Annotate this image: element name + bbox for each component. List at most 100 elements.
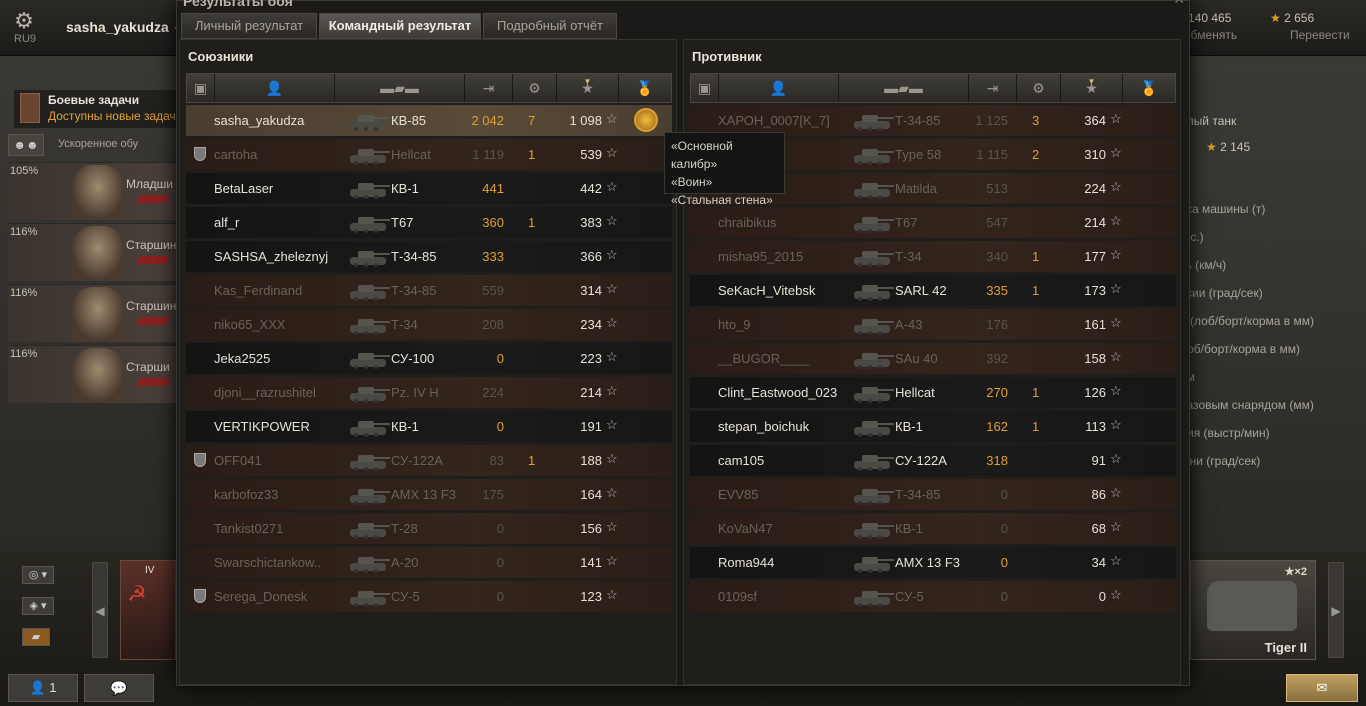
clan-column-icon[interactable]: ▣ [187,74,215,102]
tank-silhouette-icon [350,421,390,437]
clan-column-icon[interactable]: ▣ [691,74,719,102]
player-name: Swarschictankow.. [214,555,321,570]
table-row[interactable]: SeKacH_Vitebsk SARL 42 335 1 173 ☆ [690,275,1176,306]
tab-detailed[interactable]: Подробный отчёт [483,13,617,39]
table-row[interactable]: 0109sf СУ-5 0 0 ☆ [690,581,1176,612]
table-row[interactable]: stepan_boichuk КВ-1 162 1 113 ☆ [690,411,1176,442]
kills-value: 1 [1032,283,1040,298]
tank-silhouette-icon [350,489,390,505]
table-row[interactable]: Tankist0271 Т-28 0 156 ☆ [186,513,672,544]
table-row[interactable]: djoni__razrushitel Pz. IV H 224 214 ☆ [186,377,672,408]
table-row[interactable]: Swarschictankow.. A-20 0 141 ☆ [186,547,672,578]
medal-icon[interactable] [634,108,658,132]
xp-value: 214 [1084,215,1106,230]
damage-value: 83 [489,453,504,468]
tab-team[interactable]: Командный результат [319,13,481,39]
crew-button[interactable]: ☻☻ [8,134,44,156]
kills-value: 1 [528,453,536,468]
player-name: Roma944 [718,555,775,570]
damage-value: 0 [1000,487,1008,502]
table-row[interactable]: VERTIKPOWER КВ-1 0 191 ☆ [186,411,672,442]
table-row[interactable]: hto_9 А-43 176 161 ☆ [690,309,1176,340]
chat-channels-button[interactable]: 💬 [84,674,154,702]
table-row[interactable]: OFF041 СУ-122А 83 1 188 ☆ [186,445,672,476]
player-column-icon[interactable]: 👤 [719,74,839,102]
table-row[interactable]: cartoha Hellcat 1 119 1 539 ☆ [186,139,672,170]
crew-member[interactable]: 116% Старши [8,345,178,403]
quest-subtitle: Доступны новые задач [48,109,176,123]
tank-name: СУ-100 [391,351,435,366]
medal-column-icon[interactable]: 🏅 [619,74,671,102]
tank-type-filter-button[interactable]: ◈ ▾ [22,597,54,615]
table-row[interactable]: EVV85 Т-34-85 0 86 ☆ [690,479,1176,510]
table-row[interactable]: alf_r T67 360 1 383 ☆ [186,207,672,238]
table-row[interactable]: Jeka2525 СУ-100 0 223 ☆ [186,343,672,374]
table-row[interactable]: chraibikus T67 547 214 ☆ [690,207,1176,238]
player-name: alf_r [214,215,240,230]
window-title: Результаты боя [183,0,293,9]
table-row[interactable]: misha95_2015 Т-34 340 1 177 ☆ [690,241,1176,272]
player-column-icon[interactable]: 👤 [215,74,335,102]
tank-silhouette-icon [350,217,390,233]
quest-title: Боевые задачи [48,93,140,107]
tab-personal[interactable]: Личный результат [181,13,317,39]
carousel-left-arrow[interactable]: ◀ [92,562,108,658]
damage-value: 162 [986,419,1008,434]
table-row[interactable]: Kas_Ferdinand Т-34-85 559 314 ☆ [186,275,672,306]
damage-column-icon[interactable]: ⇥ [465,74,513,102]
table-row[interactable]: SASHSA_zheleznyj Т-34-85 333 366 ☆ [186,241,672,272]
damage-value: 559 [482,283,504,298]
table-row[interactable]: karbofoz33 AMX 13 F3 175 164 ☆ [186,479,672,510]
table-row[interactable]: Roma944 AMX 13 F3 0 34 ☆ [690,547,1176,578]
table-row[interactable]: Serega_Donesk СУ-5 0 123 ☆ [186,581,672,612]
table-row[interactable]: BetaLaser КВ-1 441 442 ☆ [186,173,672,204]
player-name: __BUGOR____ [718,351,810,366]
player-name: Kas_Ferdinand [214,283,303,298]
tank-card[interactable]: IV ☭ [120,560,176,660]
crew-member[interactable]: 116% Старшин [8,284,178,342]
notifications-button[interactable]: ✉ [1286,674,1358,702]
tank-name: КВ-1 [391,181,419,196]
carousel-right-arrow[interactable]: ▶ [1328,562,1344,658]
table-row[interactable]: __BUGOR____ SAu 40 392 158 ☆ [690,343,1176,374]
tank-card-tiger-ii[interactable]: ★×2 Tiger II [1190,560,1316,660]
table-row[interactable]: sasha_yakudza КВ-85 2 042 7 1 098 ☆ [186,105,672,136]
kills-column-icon[interactable]: ⚙ [513,74,557,102]
damage-value: 0 [496,555,504,570]
tank-silhouette-icon [350,353,390,369]
xp-column-icon[interactable]: ▼ ★ [557,74,619,102]
chat-icon: 💬 [110,680,128,696]
star-icon: ☆ [1110,485,1122,500]
xp-value: 126 [1084,385,1106,400]
username-menu[interactable]: sasha_yakudza▾ [66,19,180,35]
tank-column-icon[interactable]: ▬▰▬ [839,74,969,102]
tank-column-icon[interactable]: ▬▰▬ [335,74,465,102]
players-online-button[interactable]: 👤 1 [8,674,78,702]
globe-filter-button[interactable]: ◎ ▾ [22,566,54,584]
tank-silhouette-icon [350,387,390,403]
exchange-link[interactable]: обменять [1184,28,1237,42]
crew-member[interactable]: 105% Младши [8,162,178,220]
medal-column-icon[interactable]: 🏅 [1123,74,1175,102]
tank-silhouette-icon [350,115,390,131]
table-row[interactable]: cam105 СУ-122А 318 91 ☆ [690,445,1176,476]
table-row[interactable]: niko65_XXX Т-34 208 234 ☆ [186,309,672,340]
convert-xp-link[interactable]: Перевести [1290,28,1350,42]
quest-notice[interactable]: Боевые задачи Доступны новые задач [14,90,178,128]
tank-xp: ★ 2 145 [1206,140,1250,154]
tank-name: SAu 40 [895,351,938,366]
crew-member[interactable]: 116% Старшин [8,223,178,281]
premium-filter-icon[interactable]: ▰ [22,628,50,646]
table-row[interactable]: KoVaN47 КВ-1 0 68 ☆ [690,513,1176,544]
close-icon[interactable]: ✕ [1173,0,1185,8]
kills-column-icon[interactable]: ⚙ [1017,74,1061,102]
damage-column-icon[interactable]: ⇥ [969,74,1017,102]
accelerated-training-checkbox[interactable]: Ускоренное обу [58,138,138,150]
gear-icon[interactable]: ⚙ [10,8,38,33]
xp-multiplier-badge: ★×2 [1284,566,1307,578]
xp-value: 224 [1084,181,1106,196]
username: sasha_yakudza [66,19,169,35]
table-row[interactable]: Clint_Eastwood_023 Hellcat 270 1 126 ☆ [690,377,1176,408]
tank-stat: а (лоб/борт/корма в мм) [1180,314,1315,328]
xp-column-icon[interactable]: ▼ ★ [1061,74,1123,102]
